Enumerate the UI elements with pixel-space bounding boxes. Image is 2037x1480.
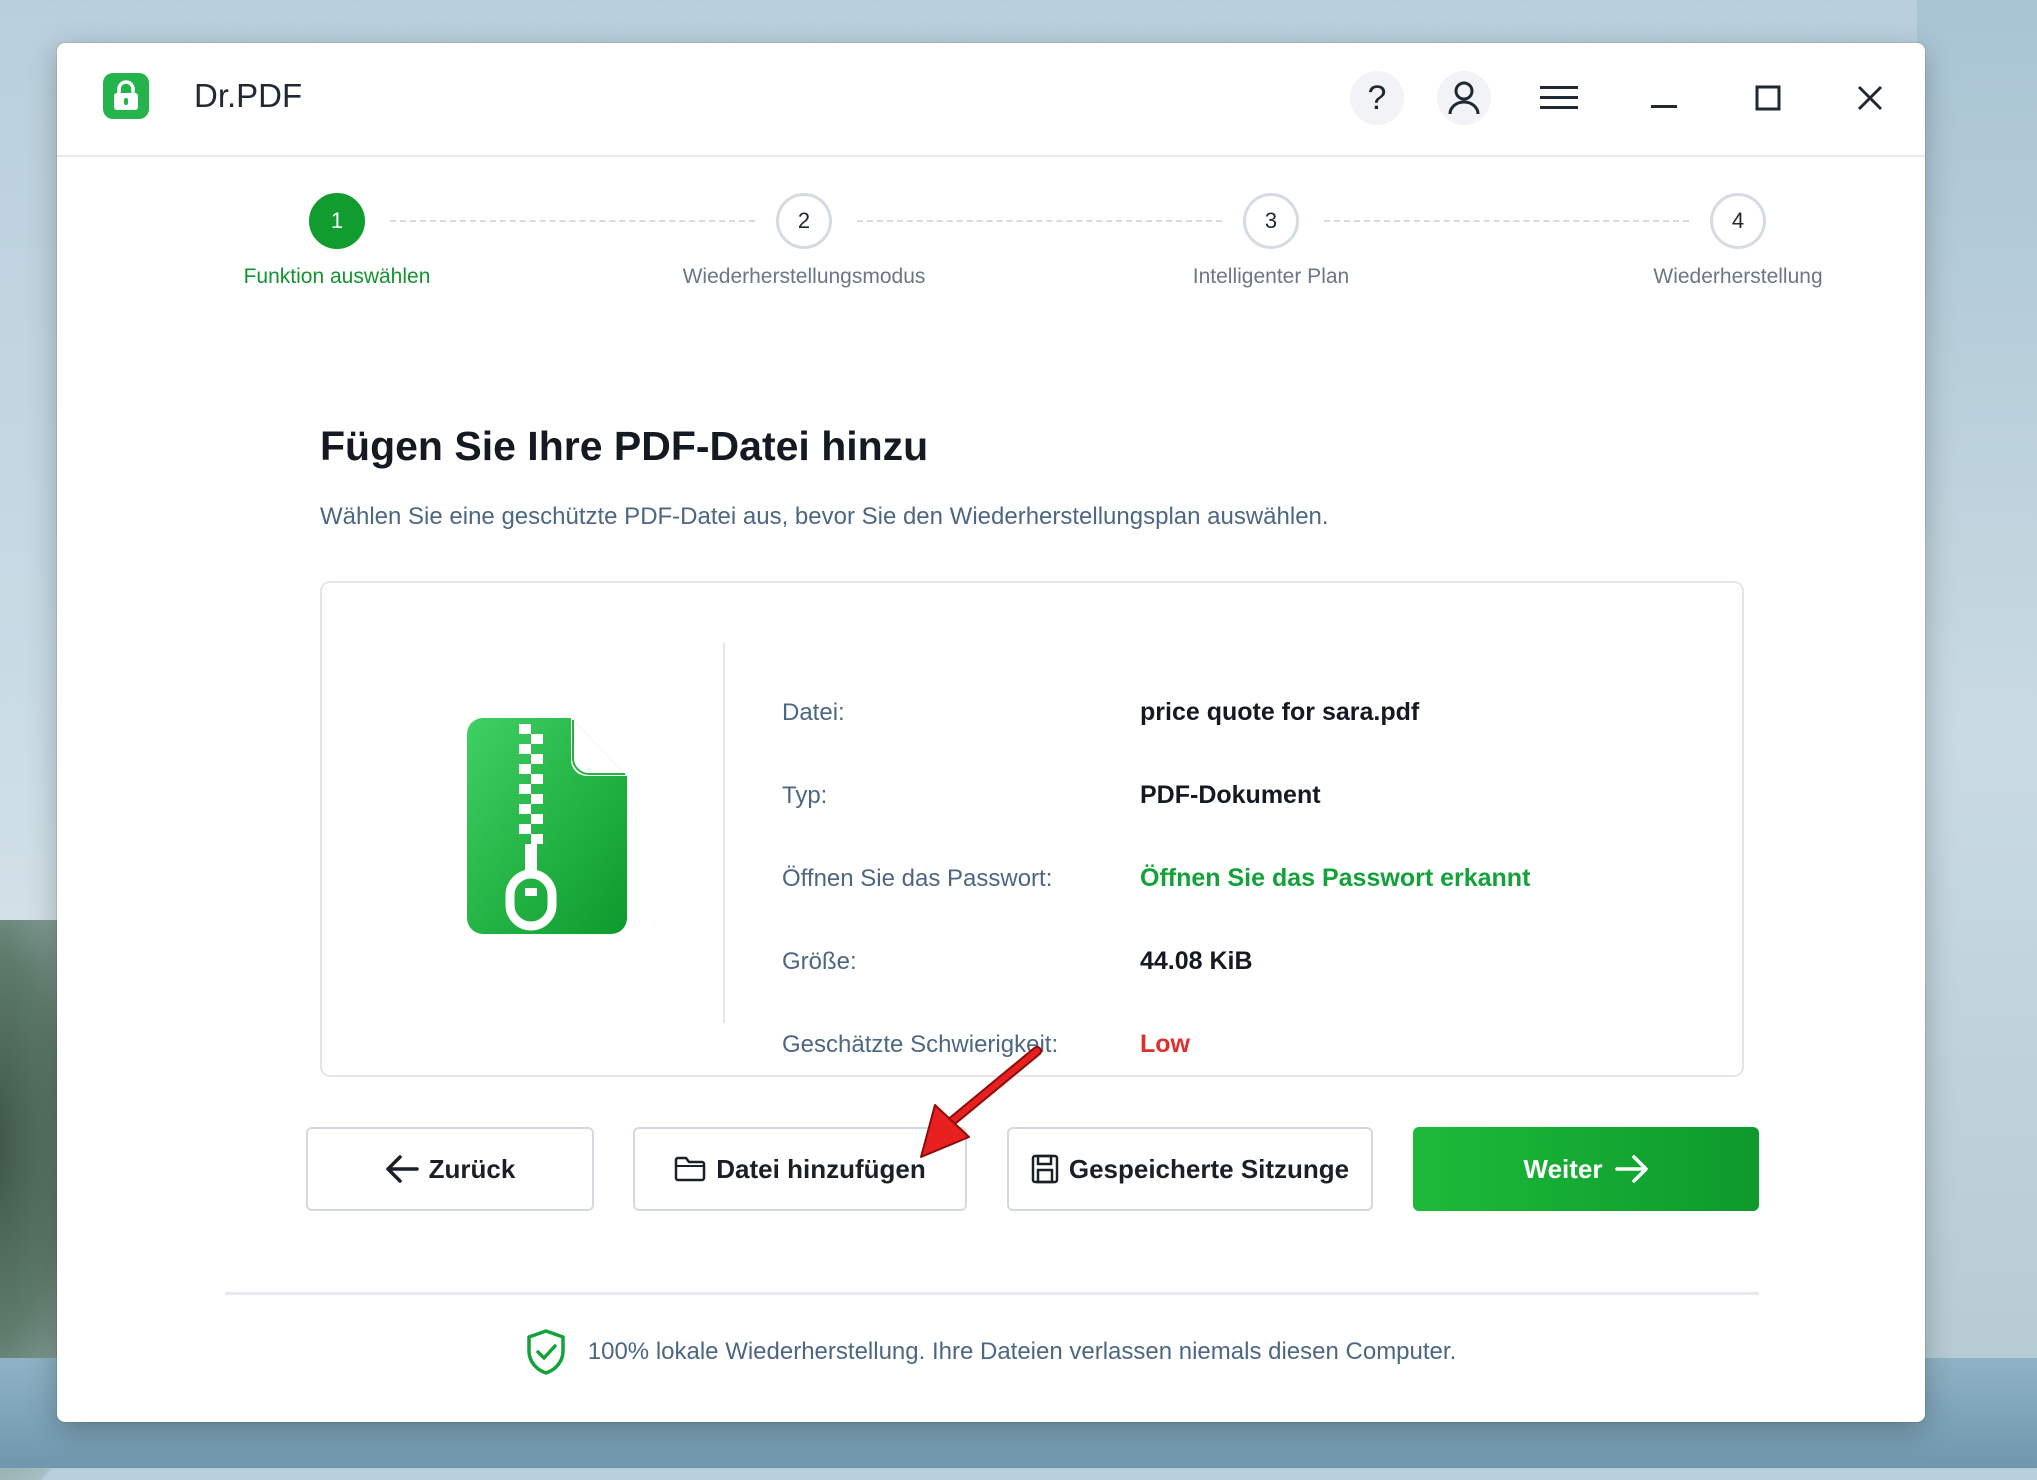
file-type-value: PDF-Dokument — [1140, 781, 1321, 809]
minimize-button[interactable] — [1637, 71, 1691, 125]
arrow-right-icon — [1614, 1152, 1649, 1186]
difficulty-value: Low — [1140, 1030, 1190, 1058]
user-icon — [1448, 81, 1480, 115]
account-button[interactable] — [1437, 71, 1491, 125]
step-connector — [390, 220, 755, 222]
file-size-label: Größe: — [782, 948, 857, 975]
step-3-label: Intelligenter Plan — [1192, 265, 1350, 288]
file-size-value: 44.08 KiB — [1140, 947, 1253, 975]
file-name-label: Datei: — [782, 699, 845, 726]
saved-session-button[interactable]: Gespeicherte Sitzunge — [1007, 1127, 1373, 1211]
step-4-label: Wiederherstellung — [1653, 265, 1823, 288]
add-file-button-label: Datei hinzufügen — [716, 1153, 926, 1184]
saved-session-button-label: Gespeicherte Sitzunge — [1068, 1153, 1350, 1184]
question-mark-icon: ? — [1367, 79, 1387, 117]
page-subtitle: Wählen Sie eine geschützte PDF-Datei aus… — [320, 503, 1329, 530]
step-connector — [1324, 220, 1689, 222]
app-title: Dr.PDF — [194, 77, 303, 114]
step-4-indicator: 4 — [1710, 193, 1766, 249]
local-recovery-text: 100% lokale Wiederherstellung. Ihre Date… — [587, 1338, 1457, 1365]
step-2-indicator: 2 — [776, 193, 832, 249]
maximize-icon — [1755, 85, 1781, 111]
shield-check-icon — [526, 1329, 566, 1375]
back-button-label: Zurück — [428, 1153, 516, 1184]
title-bar: Dr.PDF ? — [57, 43, 1925, 157]
footer-divider — [225, 1292, 1759, 1295]
file-name-value: price quote for sara.pdf — [1140, 698, 1420, 726]
red-arrow-annotation — [920, 1046, 1042, 1158]
folder-icon — [674, 1156, 706, 1182]
page-title: Fügen Sie Ihre PDF-Datei hinzu — [320, 423, 929, 469]
local-recovery-note: 100% lokale Wiederherstellung. Ihre Date… — [57, 1327, 1925, 1377]
step-1-label: Funktion auswählen — [243, 265, 431, 288]
step-2-label: Wiederherstellungsmodus — [682, 265, 926, 288]
step-3-indicator: 3 — [1243, 193, 1299, 249]
step-1-indicator: 1 — [309, 193, 365, 249]
next-button-label: Weiter — [1523, 1153, 1603, 1184]
file-info-card: Datei: price quote for sara.pdf Typ: PDF… — [320, 581, 1744, 1077]
file-type-label: Typ: — [782, 782, 828, 809]
desktop-background-right — [1917, 0, 2037, 1468]
hamburger-menu-icon — [1540, 86, 1578, 109]
lock-icon — [103, 73, 149, 119]
open-password-label: Öffnen Sie das Passwort: — [782, 865, 1053, 892]
help-button[interactable]: ? — [1350, 71, 1404, 125]
card-divider — [723, 643, 725, 1023]
step-connector — [857, 220, 1222, 222]
close-icon — [1857, 85, 1883, 111]
next-button[interactable]: Weiter — [1413, 1127, 1759, 1211]
open-password-value: Öffnen Sie das Passwort erkannt — [1140, 864, 1531, 892]
app-window: Dr.PDF ? 1 Funktion auswählen 2 Wiederhe… — [57, 43, 1925, 1422]
minimize-icon — [1651, 105, 1677, 108]
menu-button[interactable] — [1532, 71, 1586, 125]
zipped-file-icon — [467, 718, 627, 934]
stepper: 1 Funktion auswählen 2 Wiederherstellung… — [57, 193, 1925, 313]
arrow-left-icon — [385, 1152, 419, 1186]
back-button[interactable]: Zurück — [306, 1127, 594, 1211]
close-button[interactable] — [1843, 71, 1897, 125]
maximize-button[interactable] — [1741, 71, 1795, 125]
